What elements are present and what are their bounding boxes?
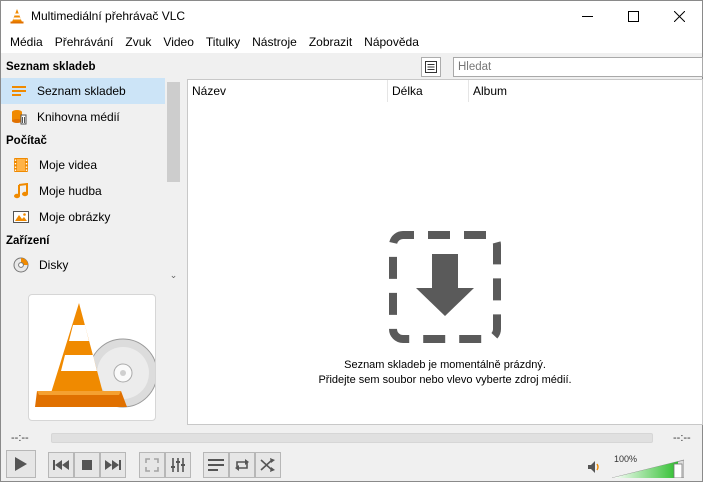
- menu-tools[interactable]: Nástroje: [246, 31, 303, 53]
- search-input[interactable]: Hledat: [453, 57, 703, 77]
- minimize-icon: [581, 15, 593, 17]
- disc-icon: [13, 257, 29, 273]
- media-library-icon: [11, 109, 27, 125]
- empty-line-2: Přidejte sem soubor nebo vlevo vyberte z…: [318, 374, 572, 386]
- shuffle-button[interactable]: [255, 452, 281, 478]
- volume-slider[interactable]: [612, 456, 684, 478]
- next-button[interactable]: [100, 452, 126, 478]
- sidebar-item-media-library[interactable]: Knihovna médií: [1, 104, 165, 130]
- scrollbar-thumb[interactable]: [167, 82, 180, 182]
- menu-playback[interactable]: Přehrávání: [49, 31, 120, 53]
- sidebar-item-videos[interactable]: Moje videa: [1, 152, 165, 178]
- title-bar: Multimediální přehrávač VLC: [1, 1, 702, 31]
- section-title-devices: Zařízení: [6, 235, 50, 247]
- fullscreen-icon: [145, 458, 159, 472]
- film-icon: [13, 157, 29, 173]
- list-view-icon: [425, 61, 437, 73]
- speaker-icon[interactable]: [588, 461, 602, 473]
- playlist-toggle-icon: [208, 459, 224, 471]
- extended-settings-button[interactable]: [165, 452, 191, 478]
- column-header-duration[interactable]: Délka: [388, 80, 469, 102]
- menu-view[interactable]: Zobrazit: [303, 31, 358, 53]
- play-button[interactable]: [6, 450, 36, 478]
- minimize-button[interactable]: [564, 1, 610, 31]
- empty-line-1: Seznam skladeb je momentálně prázdný.: [344, 359, 546, 371]
- search-placeholder: Hledat: [458, 61, 492, 73]
- playlist-icon: [11, 83, 27, 99]
- window-title: Multimediální přehrávač VLC: [31, 9, 186, 23]
- loop-icon: [235, 459, 249, 471]
- shuffle-icon: [260, 458, 275, 472]
- column-header-title[interactable]: Název: [188, 80, 388, 102]
- menu-help[interactable]: Nápověda: [358, 31, 425, 53]
- sidebar-item-label: Moje obrázky: [39, 210, 111, 224]
- drop-zone-icon: [389, 231, 501, 343]
- sidebar-list: Seznam skladeb Seznam skladeb Knihovna m…: [1, 56, 165, 284]
- close-icon: [673, 10, 685, 22]
- maximize-icon: [627, 10, 639, 22]
- stop-icon: [82, 460, 92, 470]
- sidebar-item-playlist[interactable]: Seznam skladeb: [1, 78, 165, 104]
- skip-forward-icon: [105, 460, 121, 470]
- sidebar-item-label: Moje hudba: [39, 184, 102, 198]
- playlist-view-button[interactable]: [421, 57, 441, 77]
- picture-icon: [13, 209, 29, 225]
- playlist-header: Název Délka Album: [188, 80, 702, 102]
- sidebar-item-music[interactable]: Moje hudba: [1, 178, 165, 204]
- fullscreen-button[interactable]: [139, 452, 165, 478]
- vlc-cone-disc-art: [35, 303, 158, 408]
- chevron-down-icon[interactable]: ⌄: [165, 267, 182, 284]
- skip-back-icon: [53, 460, 69, 470]
- maximize-button[interactable]: [610, 1, 656, 31]
- play-icon: [15, 457, 27, 471]
- sidebar-item-discs[interactable]: Disky: [1, 252, 165, 278]
- empty-playlist-message: Seznam skladeb je momentálně prázdný. Př…: [188, 230, 702, 388]
- equalizer-icon: [171, 458, 185, 472]
- sidebar-item-label: Seznam skladeb: [37, 84, 126, 98]
- playlist-view[interactable]: Název Délka Album Seznam skladeb je mome…: [187, 79, 703, 425]
- vlc-window: Multimediální přehrávač VLC Média Přehrá…: [0, 0, 703, 482]
- toggle-playlist-button[interactable]: [203, 452, 229, 478]
- volume-handle[interactable]: [673, 463, 683, 478]
- menu-audio[interactable]: Zvuk: [119, 31, 157, 53]
- sidebar-scrollbar[interactable]: ⌄: [165, 78, 182, 284]
- close-button[interactable]: [656, 1, 702, 31]
- seek-slider[interactable]: [51, 433, 653, 443]
- remaining-time: --:--: [673, 432, 691, 444]
- menu-subtitles[interactable]: Titulky: [200, 31, 246, 53]
- playlist-toolbar: Hledat: [187, 56, 703, 78]
- column-header-album[interactable]: Album: [469, 80, 702, 102]
- sidebar-item-label: Knihovna médií: [37, 110, 120, 124]
- elapsed-time: --:--: [11, 432, 29, 444]
- album-art: [28, 294, 158, 421]
- sidebar-item-pictures[interactable]: Moje obrázky: [1, 204, 165, 230]
- stop-button[interactable]: [74, 452, 100, 478]
- loop-button[interactable]: [229, 452, 255, 478]
- menu-bar: Média Přehrávání Zvuk Video Titulky Nást…: [1, 31, 702, 53]
- section-title-playlist: Seznam skladeb: [6, 61, 96, 73]
- menu-media[interactable]: Média: [4, 31, 49, 53]
- music-note-icon: [13, 183, 29, 199]
- sidebar-item-label: Moje videa: [39, 158, 98, 172]
- menu-video[interactable]: Video: [157, 31, 199, 53]
- sidebar: Seznam skladeb Seznam skladeb Knihovna m…: [1, 56, 183, 284]
- previous-button[interactable]: [48, 452, 74, 478]
- vlc-cone-icon: [10, 9, 24, 24]
- sidebar-item-label: Disky: [39, 258, 69, 272]
- section-title-computer: Počítač: [6, 135, 47, 147]
